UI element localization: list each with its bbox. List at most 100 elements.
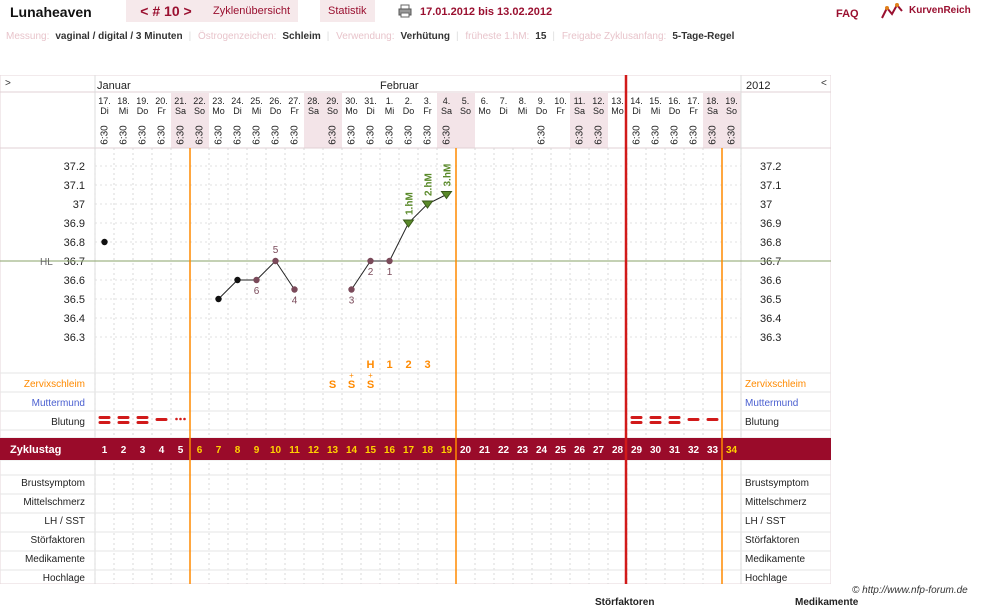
cycle-day-number: 19 bbox=[441, 445, 453, 456]
setting-label: Östrogenzeichen: bbox=[198, 31, 277, 42]
temp-tick-left: 36.4 bbox=[64, 313, 85, 325]
measure-time: 6:30 bbox=[442, 125, 453, 145]
tab-statistics[interactable]: Statistik bbox=[320, 0, 375, 22]
printer-icon[interactable] bbox=[398, 4, 412, 18]
row-label-left: Blutung bbox=[51, 417, 85, 428]
low-temp-count: 5 bbox=[273, 245, 279, 256]
high-temp-label: 2.hM bbox=[424, 173, 435, 196]
day-date: 10. bbox=[554, 96, 567, 106]
measure-time: 6:30 bbox=[214, 125, 225, 145]
measure-time: 6:30 bbox=[347, 125, 358, 145]
temp-tick-left: 36.8 bbox=[64, 237, 85, 249]
day-weekday: Mi bbox=[252, 106, 262, 116]
logo-text[interactable]: KurvenReich bbox=[909, 5, 971, 16]
temp-tick-left: 37 bbox=[73, 199, 85, 211]
cycle-day-number: 2 bbox=[121, 445, 127, 456]
temperature-point bbox=[101, 238, 108, 246]
day-date: 3. bbox=[424, 96, 432, 106]
day-date: 19. bbox=[725, 96, 738, 106]
mucus-plus: + bbox=[349, 371, 354, 380]
day-date: 30. bbox=[345, 96, 358, 106]
day-date: 4. bbox=[443, 96, 451, 106]
day-weekday: Do bbox=[270, 106, 282, 116]
measure-time: 6:30 bbox=[594, 125, 605, 145]
bleeding-mark bbox=[630, 421, 643, 424]
day-date: 7. bbox=[500, 96, 508, 106]
cycle-day-number: 20 bbox=[460, 445, 472, 456]
row-label-left: Medikamente bbox=[25, 554, 85, 565]
setting-label: Freigabe Zyklusanfang: bbox=[561, 31, 667, 42]
bleeding-mark bbox=[649, 421, 662, 424]
temp-tick-left: 36.9 bbox=[64, 218, 85, 230]
cycle-day-number: 6 bbox=[197, 445, 203, 456]
day-weekday: Do bbox=[403, 106, 415, 116]
setting-value: 15 bbox=[535, 31, 547, 42]
cycle-day-number: 10 bbox=[270, 445, 282, 456]
row-label-right: LH / SST bbox=[745, 516, 786, 527]
day-weekday: Di bbox=[632, 106, 641, 116]
measure-time: 6:30 bbox=[157, 125, 168, 145]
day-weekday: Mo bbox=[212, 106, 225, 116]
setting-value: 5-Tage-Regel bbox=[672, 31, 735, 42]
row-label-right: Störfaktoren bbox=[745, 535, 799, 546]
day-date: 29. bbox=[326, 96, 339, 106]
cycle-day-number: 21 bbox=[479, 445, 491, 456]
cycle-day-number: 33 bbox=[707, 445, 719, 456]
day-weekday: Mi bbox=[119, 106, 129, 116]
cycle-chart: > < Januar Februar 2012 17. Di 6:30 18. Mi 6:30 19.… bbox=[0, 74, 832, 585]
day-date: 25. bbox=[250, 96, 263, 106]
day-weekday: Mi bbox=[385, 106, 395, 116]
cycle-day-number: 3 bbox=[140, 445, 146, 456]
setting-label: Verwendung: bbox=[336, 31, 395, 42]
day-weekday: So bbox=[460, 106, 471, 116]
row-label-right: Mittelschmerz bbox=[745, 497, 807, 508]
username: Lunaheaven bbox=[10, 4, 92, 20]
footer-label: Störfaktoren bbox=[595, 597, 655, 608]
day-date: 31. bbox=[364, 96, 377, 106]
cycle-day-number: 31 bbox=[669, 445, 681, 456]
day-weekday: Do bbox=[669, 106, 681, 116]
setting-value: Verhütung bbox=[400, 31, 450, 42]
low-temp-count: 1 bbox=[387, 267, 393, 278]
day-weekday: Fr bbox=[157, 106, 166, 116]
mucus-symbol: S bbox=[348, 379, 355, 391]
day-date: 15. bbox=[649, 96, 662, 106]
bleeding-spot bbox=[183, 417, 186, 421]
kurvenreich-logo-icon[interactable] bbox=[880, 2, 906, 22]
day-weekday: Fr bbox=[423, 106, 432, 116]
temperature-point bbox=[272, 257, 279, 265]
bleeding-mark bbox=[98, 421, 111, 424]
temp-tick-right: 36.9 bbox=[760, 218, 781, 230]
day-date: 14. bbox=[630, 96, 643, 106]
day-date: 1. bbox=[386, 96, 394, 106]
cycle-day-number: 27 bbox=[593, 445, 605, 456]
day-date: 24. bbox=[231, 96, 244, 106]
measure-time: 6:30 bbox=[366, 125, 377, 145]
bleeding-mark bbox=[117, 416, 130, 419]
measure-time: 6:30 bbox=[252, 125, 263, 145]
mucus-peak-count: 2 bbox=[405, 359, 411, 371]
row-label-right: Zervixschleim bbox=[745, 379, 806, 390]
temp-tick-right: 36.5 bbox=[760, 294, 781, 306]
day-date: 9. bbox=[538, 96, 546, 106]
cycle-day-number: 32 bbox=[688, 445, 700, 456]
tab-cycle-overview[interactable]: Zyklenübersicht bbox=[205, 0, 299, 22]
day-date: 17. bbox=[98, 96, 111, 106]
measure-time: 6:30 bbox=[404, 125, 415, 145]
cycle-day-number: 4 bbox=[159, 445, 165, 456]
measure-time: 6:30 bbox=[328, 125, 339, 145]
cycle-day-number: 8 bbox=[235, 445, 241, 456]
temp-tick-right: 37.2 bbox=[760, 161, 781, 173]
faq-link[interactable]: FAQ bbox=[836, 8, 859, 20]
cycle-navigator[interactable]: < # 10 > bbox=[126, 0, 206, 22]
row-label-left: Mittelschmerz bbox=[23, 497, 85, 508]
measure-time: 6:30 bbox=[100, 125, 111, 145]
bleeding-mark bbox=[117, 421, 130, 424]
cycle-day-number: 11 bbox=[289, 445, 300, 456]
measure-time: 6:30 bbox=[195, 125, 206, 145]
day-weekday: Mi bbox=[651, 106, 661, 116]
mucus-peak-count: 3 bbox=[424, 359, 430, 371]
cycle-day-number: 7 bbox=[216, 445, 222, 456]
mucus-peak-count: 1 bbox=[386, 359, 392, 371]
day-date: 26. bbox=[269, 96, 282, 106]
